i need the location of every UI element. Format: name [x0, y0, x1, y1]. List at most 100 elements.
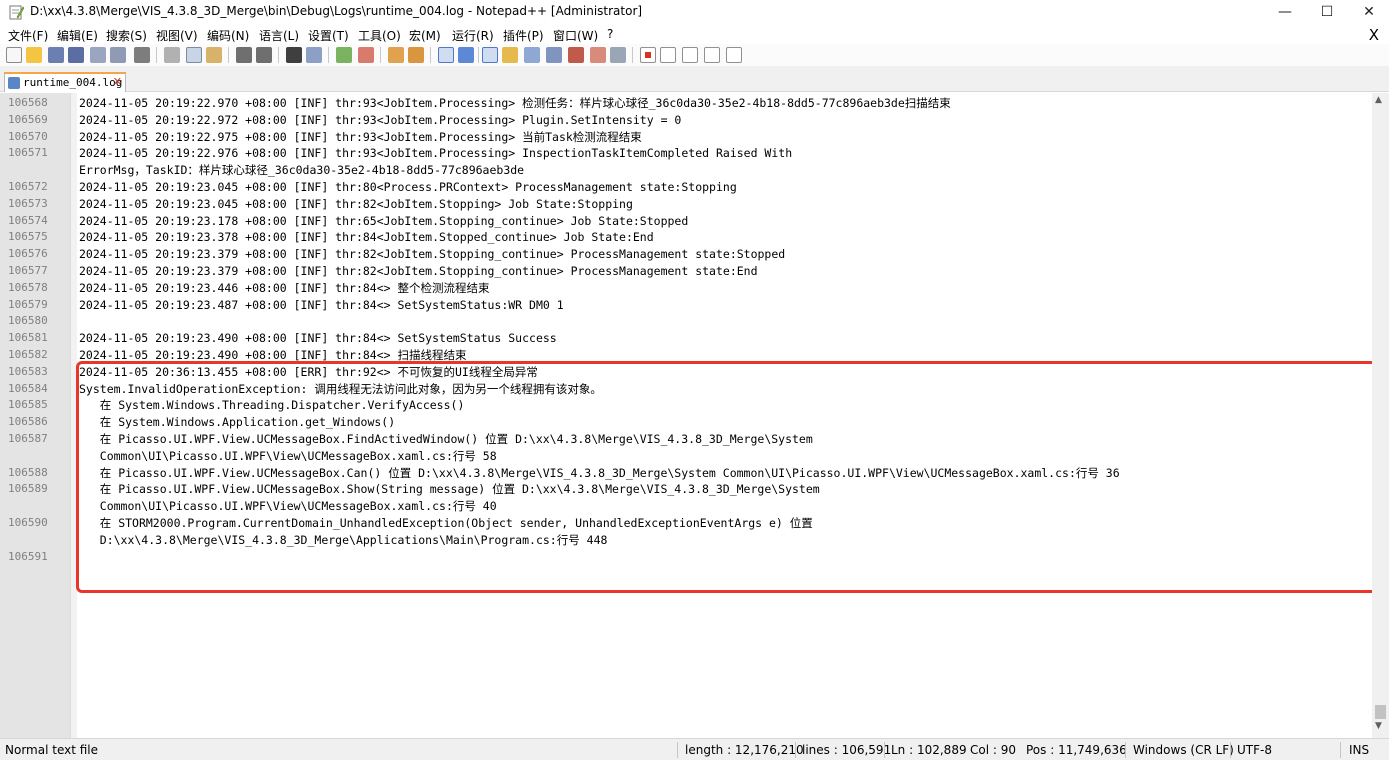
menu-file[interactable]: 文件(F) [8, 27, 48, 44]
toolbar-separator [278, 47, 279, 63]
sync-horizontal-icon[interactable] [408, 47, 424, 63]
line-number: 106590 [8, 515, 48, 529]
undo-icon[interactable] [236, 47, 252, 63]
doc-map-icon[interactable] [524, 47, 540, 63]
scrollbar-thumb[interactable] [1375, 705, 1386, 719]
udl-icon[interactable] [502, 47, 518, 63]
menu-view[interactable]: 视图(V) [156, 27, 198, 44]
editor-line: 106578 2024-11-05 20:19:23.446 +08:00 [IN… [0, 280, 1372, 297]
line-number: 106581 [8, 331, 48, 345]
menu-language[interactable]: 语言(L) [259, 27, 299, 44]
status-separator [677, 742, 678, 758]
line-text: 2024-11-05 20:19:23.045 +08:00 [INF] thr… [79, 196, 633, 211]
menu-tools[interactable]: 工具(O) [358, 27, 401, 44]
show-all-chars-icon[interactable] [458, 47, 474, 63]
editor-line: 106575 2024-11-05 20:19:23.378 +08:00 [IN… [0, 229, 1372, 246]
editor-line: 106581 2024-11-05 20:19:23.490 +08:00 [IN… [0, 330, 1372, 347]
status-separator [884, 742, 885, 758]
find-icon[interactable] [286, 47, 302, 63]
status-eol[interactable]: Windows (CR LF) [1133, 743, 1234, 757]
menu-window[interactable]: 窗口(W) [553, 27, 598, 44]
toolbar-separator [632, 47, 633, 63]
file-saved-icon [8, 77, 20, 89]
close-document-button[interactable]: X [1369, 26, 1379, 44]
cut-icon[interactable] [164, 47, 180, 63]
window-title: D:\xx\4.3.8\Merge\VIS_4.3.8_3D_Merge\bin… [30, 4, 643, 18]
save-macro-icon[interactable] [726, 47, 742, 63]
toolbar-separator [430, 47, 431, 63]
menu-search[interactable]: 搜索(S) [106, 27, 147, 44]
line-number: 106571 [8, 146, 48, 160]
line-number: 106570 [8, 129, 48, 143]
folder-workspace-icon[interactable] [568, 47, 584, 63]
save-icon[interactable] [48, 47, 64, 63]
line-number: 106591 [8, 549, 48, 563]
close-window-button[interactable]: ✕ [1346, 0, 1389, 24]
copy-icon[interactable] [186, 47, 202, 63]
line-text: 2024-11-05 20:19:23.490 +08:00 [INF] thr… [79, 331, 557, 346]
menu-plugins[interactable]: 插件(P) [503, 27, 544, 44]
editor-line: 106577 2024-11-05 20:19:23.379 +08:00 [IN… [0, 263, 1372, 280]
zoom-out-icon[interactable] [358, 47, 374, 63]
function-list-icon[interactable] [546, 47, 562, 63]
editor-line: 106574 2024-11-05 20:19:23.178 +08:00 [IN… [0, 213, 1372, 230]
record-macro-icon[interactable] [640, 47, 656, 63]
replace-icon[interactable] [306, 47, 322, 63]
redo-icon[interactable] [256, 47, 272, 63]
tab-close-icon[interactable]: ✕ [113, 75, 122, 88]
minimize-button[interactable]: — [1262, 0, 1308, 24]
error-highlight-box [76, 361, 1380, 593]
line-number: 106589 [8, 482, 48, 496]
doc-switcher-icon[interactable] [590, 47, 606, 63]
line-text: 2024-11-05 20:19:22.970 +08:00 [INF] thr… [79, 96, 951, 110]
menu-run[interactable]: 运行(R) [452, 27, 494, 44]
tab-runtime-log[interactable]: runtime_004.log ✕ [4, 72, 126, 92]
status-encoding[interactable]: UTF-8 [1237, 743, 1272, 757]
scroll-down-icon[interactable]: ▼ [1375, 721, 1382, 731]
menu-encoding[interactable]: 编码(N) [207, 27, 249, 44]
editor-area[interactable]: 106568 2024-11-05 20:19:22.970 +08:00 [IN… [0, 93, 1389, 738]
stop-record-icon[interactable] [660, 47, 676, 63]
sync-vertical-icon[interactable] [388, 47, 404, 63]
print-icon[interactable] [134, 47, 150, 63]
maximize-button[interactable]: ☐ [1304, 0, 1350, 24]
status-separator [795, 742, 796, 758]
menu-edit[interactable]: 编辑(E) [57, 27, 98, 44]
word-wrap-icon[interactable] [438, 47, 454, 63]
paste-icon[interactable] [206, 47, 222, 63]
scroll-up-icon[interactable]: ▲ [1375, 95, 1382, 105]
line-text: 2024-11-05 20:19:23.379 +08:00 [INF] thr… [79, 247, 786, 262]
play-multiple-icon[interactable] [704, 47, 720, 63]
zoom-in-icon[interactable] [336, 47, 352, 63]
line-number: 106572 [8, 179, 48, 193]
editor-line: 106568 2024-11-05 20:19:22.970 +08:00 [IN… [0, 95, 1372, 112]
close-all-icon[interactable] [110, 47, 126, 63]
save-all-icon[interactable] [68, 47, 84, 63]
line-text: ErrorMsg，TaskID：样片球心球径_36c0da30-35e2-4b1… [79, 163, 525, 178]
status-separator [1230, 742, 1231, 758]
line-number: 106582 [8, 347, 48, 361]
editor-line: 106569 2024-11-05 20:19:22.972 +08:00 [IN… [0, 112, 1372, 129]
menu-macro[interactable]: 宏(M) [409, 27, 441, 44]
status-insert-mode[interactable]: INS [1349, 743, 1369, 757]
menu-bar: 文件(F) 编辑(E) 搜索(S) 视图(V) 编码(N) 语言(L) 设置(T… [0, 25, 1389, 45]
vertical-scrollbar[interactable]: ▲ ▼ [1372, 93, 1389, 738]
toolbar-separator [478, 47, 479, 63]
line-text: 2024-11-05 20:19:23.487 +08:00 [INF] thr… [79, 297, 564, 312]
menu-settings[interactable]: 设置(T) [308, 27, 349, 44]
line-number: 106587 [8, 431, 48, 445]
status-separator [1340, 742, 1341, 758]
new-file-icon[interactable] [6, 47, 22, 63]
open-file-icon[interactable] [26, 47, 42, 63]
close-icon[interactable] [90, 47, 106, 63]
monitoring-icon[interactable] [610, 47, 626, 63]
editor-line: ErrorMsg，TaskID：样片球心球径_36c0da30-35e2-4b1… [0, 162, 1372, 179]
editor-line: 106572 2024-11-05 20:19:23.045 +08:00 [IN… [0, 179, 1372, 196]
line-number: 106585 [8, 398, 48, 412]
status-ln: Ln : 102,889 [891, 743, 967, 757]
line-text: 2024-11-05 20:19:22.972 +08:00 [INF] thr… [79, 112, 682, 127]
menu-help[interactable]: ? [607, 27, 613, 41]
indent-guide-icon[interactable] [482, 47, 498, 63]
play-macro-icon[interactable] [682, 47, 698, 63]
editor-line: 106570 2024-11-05 20:19:22.975 +08:00 [IN… [0, 129, 1372, 146]
